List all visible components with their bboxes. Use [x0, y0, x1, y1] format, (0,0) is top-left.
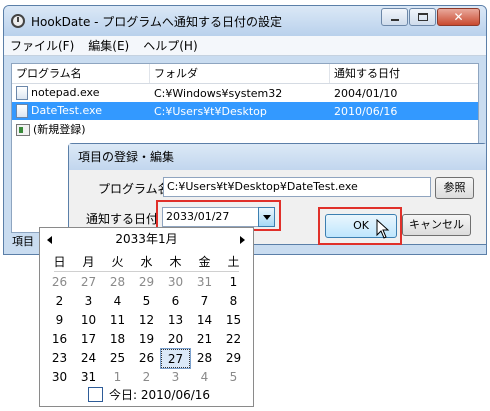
calendar-day[interactable]: 5 [132, 292, 161, 311]
list-item-selected[interactable]: DateTest.exe C:¥Users¥t¥Desktop 2010/06/… [12, 102, 478, 120]
cancel-button[interactable]: キャンセル [402, 214, 471, 236]
prev-month-icon[interactable] [47, 236, 52, 244]
column-header-folder[interactable]: フォルダ [150, 64, 330, 83]
today-link[interactable]: 今日: 2010/06/16 [88, 385, 210, 403]
menu-edit[interactable]: 編集(E) [88, 37, 129, 54]
menu-bar: ファイル(F) 編集(E) ヘルプ(H) [4, 36, 486, 56]
calendar-day[interactable]: 28 [103, 273, 132, 292]
calendar-day[interactable]: 11 [103, 311, 132, 330]
calendar-day[interactable]: 22 [219, 330, 248, 349]
calendar-day[interactable]: 26 [45, 273, 74, 292]
calendar-day[interactable]: 12 [132, 311, 161, 330]
column-header-date[interactable]: 通知する日付 [330, 64, 478, 83]
new-entry-icon [16, 124, 30, 136]
weekday-label: 月 [82, 255, 95, 269]
list-item-folder: C:¥Users¥t¥Desktop [154, 104, 267, 118]
weekday-label: 水 [140, 255, 153, 269]
calendar-day[interactable]: 2 [45, 292, 74, 311]
list-item-folder: C:¥Windows¥system32 [154, 86, 283, 100]
window-controls: ✕ [380, 8, 480, 26]
calendar-day[interactable]: 31 [190, 273, 219, 292]
calendar-day[interactable]: 25 [103, 349, 132, 368]
list-header: プログラム名 フォルダ 通知する日付 [12, 64, 478, 84]
maximize-button[interactable] [409, 8, 436, 26]
dialog-title[interactable]: 項目の登録・編集 [69, 144, 486, 170]
browse-button[interactable]: 参照 [435, 177, 474, 199]
calendar-day[interactable]: 10 [74, 311, 103, 330]
calendar-day[interactable]: 14 [190, 311, 219, 330]
calendar-days: 26 27 28 29 30 31 1 2 3 4 5 6 7 8 9 10 11 12 13 14 15 16 17 18 1… [40, 273, 253, 387]
next-month-icon[interactable] [240, 236, 245, 244]
maximize-icon [418, 13, 428, 21]
calendar-day[interactable]: 27 [160, 348, 191, 369]
calendar-month-label[interactable]: 2033年1月 [115, 232, 177, 246]
close-button[interactable]: ✕ [437, 8, 480, 26]
list-item-name: DateTest.exe [31, 104, 102, 117]
calendar-day[interactable]: 26 [132, 349, 161, 368]
calendar-day[interactable]: 7 [190, 292, 219, 311]
today-marker-icon [88, 386, 103, 402]
file-icon [16, 104, 28, 118]
minimize-button[interactable] [381, 8, 408, 26]
today-label: 今日: 2010/06/16 [109, 387, 211, 402]
calendar-day[interactable]: 9 [45, 311, 74, 330]
calendar-day[interactable]: 17 [74, 330, 103, 349]
calendar-day[interactable]: 30 [161, 273, 190, 292]
list-item-name: notepad.exe [31, 86, 100, 99]
weekday-label: 日 [53, 255, 66, 269]
calendar-day[interactable]: 13 [161, 311, 190, 330]
mouse-cursor-icon [376, 219, 390, 239]
program-name-label: プログラム名 [98, 182, 170, 196]
window-title: HookDate - プログラムへ通知する日付の設定 [31, 15, 282, 29]
calendar-day[interactable]: 6 [161, 292, 190, 311]
calendar-day[interactable]: 1 [219, 273, 248, 292]
weekday-label: 金 [198, 255, 211, 269]
menu-file[interactable]: ファイル(F) [10, 37, 74, 54]
list-item-date: 2010/06/16 [334, 104, 398, 118]
calendar-day[interactable]: 15 [219, 311, 248, 330]
calendar-day[interactable]: 3 [74, 292, 103, 311]
list-item-new[interactable]: (新規登録) [12, 120, 478, 138]
status-label: 項目 [12, 235, 34, 248]
weekday-label: 土 [227, 255, 240, 269]
calendar-day[interactable]: 23 [45, 349, 74, 368]
clock-icon [11, 14, 25, 28]
calendar-day[interactable]: 30 [45, 368, 74, 387]
calendar-day[interactable]: 20 [161, 330, 190, 349]
calendar-day[interactable]: 29 [219, 349, 248, 368]
minimize-icon [391, 19, 399, 21]
calendar-day[interactable]: 19 [132, 330, 161, 349]
weekday-row: 日 月 火 水 木 金 土 [40, 250, 253, 270]
calendar-day[interactable]: 4 [103, 292, 132, 311]
calendar-day[interactable]: 24 [74, 349, 103, 368]
calendar-popup: 2033年1月 日 月 火 水 木 金 土 26 27 28 29 30 31 1 2 3 4 5 6… [39, 227, 254, 407]
calendar-header: 2033年1月 [40, 228, 253, 250]
calendar-day[interactable]: 16 [45, 330, 74, 349]
new-entry-label: (新規登録) [33, 123, 86, 136]
close-icon: ✕ [453, 10, 464, 24]
program-path-field[interactable]: C:¥Users¥t¥Desktop¥DateTest.exe [163, 177, 431, 197]
calendar-day[interactable]: 29 [132, 273, 161, 292]
calendar-day[interactable]: 28 [190, 349, 219, 368]
weekday-label: 木 [169, 255, 182, 269]
calendar-day[interactable]: 27 [74, 273, 103, 292]
column-header-program[interactable]: プログラム名 [12, 64, 150, 83]
calendar-divider [54, 271, 239, 272]
menu-help[interactable]: ヘルプ(H) [143, 37, 197, 54]
list-item-date: 2004/01/10 [334, 86, 398, 100]
list-item[interactable]: notepad.exe C:¥Windows¥system32 2004/01/… [12, 84, 478, 102]
title-bar[interactable]: HookDate - プログラムへ通知する日付の設定 ✕ [4, 6, 486, 36]
notify-date-label: 通知する日付 [86, 212, 159, 226]
calendar-day[interactable]: 18 [103, 330, 132, 349]
calendar-day[interactable]: 5 [219, 368, 248, 387]
weekday-label: 火 [111, 255, 124, 269]
calendar-day[interactable]: 21 [190, 330, 219, 349]
calendar-day[interactable]: 8 [219, 292, 248, 311]
file-icon [16, 86, 28, 100]
